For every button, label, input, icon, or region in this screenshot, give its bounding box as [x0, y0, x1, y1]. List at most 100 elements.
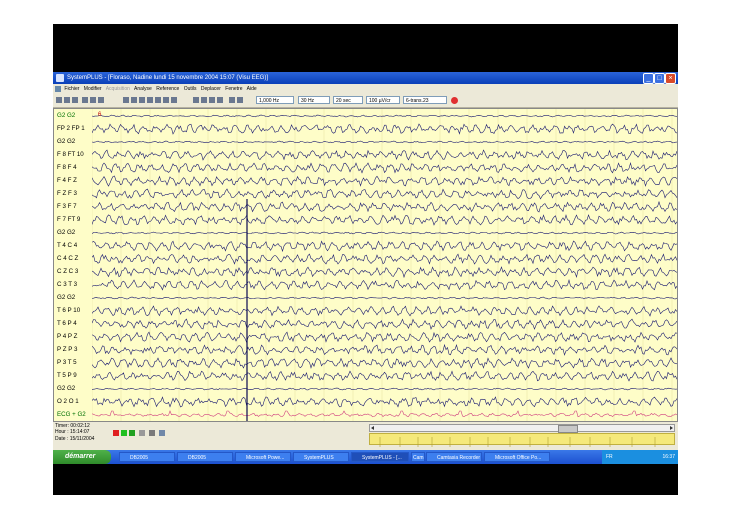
open-icon[interactable]: [56, 97, 62, 103]
top-black-band: [53, 24, 678, 72]
taskbar-item-db2005-2[interactable]: DB2005: [177, 452, 233, 462]
minimize-icon[interactable]: _: [643, 73, 654, 84]
red-flag-icon[interactable]: [113, 430, 119, 436]
channel-label: FP 2 FP 1: [57, 125, 85, 132]
print-icon[interactable]: [72, 97, 78, 103]
amplitude-select[interactable]: 100 µV/cr: [366, 96, 400, 104]
menu-item-modifier[interactable]: Modifier: [84, 86, 102, 92]
close-icon[interactable]: ×: [665, 73, 676, 84]
menu-item-deplacer[interactable]: Deplacer: [201, 86, 221, 92]
montage-select[interactable]: 6-trans.23: [403, 96, 447, 104]
zoom-icon[interactable]: [217, 97, 223, 103]
eeg-channel-trace: [92, 140, 677, 144]
channel-label: F Z F 3: [57, 190, 77, 197]
eeg-channel-trace: [92, 123, 677, 135]
taskbar-item-camtasia[interactable]: Camtasia Recorder: [426, 452, 482, 462]
timebase-select[interactable]: 20 sec: [333, 96, 363, 104]
hour-text: Hour : 15:14:07: [55, 429, 90, 436]
scroll-right-icon[interactable]: [670, 426, 673, 430]
menu-item-fichier[interactable]: Fichier: [64, 86, 79, 92]
sensitivity-select[interactable]: 1,000 Hz: [256, 96, 294, 104]
channel-label: F 8 FT 10: [57, 151, 84, 158]
taskbar-item-systemplus[interactable]: SystemPLUS: [293, 452, 349, 462]
taskbar-item-cam[interactable]: Cam: [411, 452, 425, 462]
channel-label: P Z P 3: [57, 346, 78, 353]
paste-icon[interactable]: [98, 97, 104, 103]
taskbar-item-powerpoint[interactable]: Microsoft Powe...: [235, 452, 291, 462]
start-button[interactable]: démarrer: [53, 450, 111, 464]
taskbar-item-systemplus-active[interactable]: SystemPLUS - [...: [351, 452, 409, 462]
edit-icon[interactable]: [209, 97, 215, 103]
channel-label: F 4 F Z: [57, 177, 77, 184]
channel-label: ECG + G2: [57, 411, 86, 418]
eeg-channel-trace: [92, 318, 677, 330]
eeg-channel-trace: [92, 387, 677, 391]
channel-label: G2 G2: [57, 385, 76, 392]
event-timeline[interactable]: [369, 433, 675, 447]
refresh-icon[interactable]: [237, 97, 243, 103]
eeg-channel-trace: [92, 114, 677, 118]
recording-info: Timer: 00:02:12 Hour : 15:14:07 Date : 1…: [55, 423, 94, 442]
menu-item-outils[interactable]: Outils: [184, 86, 197, 92]
taskbar-item-office[interactable]: Microsoft Office Po...: [484, 452, 550, 462]
window-title: SystemPLUS - [Floraso, Nadine lundi 15 n…: [67, 75, 268, 81]
menu-item-analyse[interactable]: Analyse: [134, 86, 152, 92]
title-bar[interactable]: SystemPLUS - [Floraso, Nadine lundi 15 n…: [53, 72, 678, 84]
fast-back-icon[interactable]: [131, 97, 137, 103]
channel-label: T 6 P 4: [57, 320, 77, 327]
toolbar: 1,000 Hz 30 Hz 20 sec 100 µV/cr 6-trans.…: [53, 94, 678, 108]
menu-item-aide[interactable]: Aide: [247, 86, 257, 92]
first-page-icon[interactable]: [123, 97, 129, 103]
back-icon[interactable]: [139, 97, 145, 103]
green-flag-icon[interactable]: [121, 430, 127, 436]
play-icon[interactable]: [147, 97, 153, 103]
channel-label: T 5 P 9: [57, 372, 77, 379]
channel-label: P 4 P Z: [57, 333, 78, 340]
menu-item-acquisition[interactable]: Acquisition: [106, 86, 130, 92]
bottom-black-band: [53, 464, 678, 495]
eeg-display[interactable]: G2 G2 FP 2 FP 1 G2 G2 F 8 FT 10 F 8 F 4 F 4 F…: [53, 108, 678, 422]
time-scrollbar[interactable]: [369, 424, 675, 433]
window-icon[interactable]: [229, 97, 235, 103]
last-page-icon[interactable]: [171, 97, 177, 103]
scroll-left-icon[interactable]: [371, 426, 374, 430]
copy-icon[interactable]: [90, 97, 96, 103]
save-icon[interactable]: [64, 97, 70, 103]
flag-blue-icon[interactable]: [159, 430, 165, 436]
tool-icon[interactable]: [149, 430, 155, 436]
menu-item-fenetre[interactable]: Fenetre: [225, 86, 242, 92]
channel-label: P 3 T 5: [57, 359, 77, 366]
eeg-channel-trace: [92, 200, 677, 213]
tray-clock: 16:37: [662, 454, 675, 460]
eeg-traces: 6: [92, 109, 677, 421]
menu-item-reference[interactable]: Reference: [156, 86, 179, 92]
montage-icon[interactable]: [201, 97, 207, 103]
tray-language[interactable]: FR: [606, 450, 613, 464]
eeg-channel-trace: [92, 357, 677, 369]
eeg-channel-trace: [92, 175, 677, 187]
channel-label: C 4 C Z: [57, 255, 79, 262]
eeg-channel-trace: [92, 370, 677, 382]
taskbar-item-db2005-1[interactable]: DB2005: [119, 452, 175, 462]
filter-select[interactable]: 30 Hz: [298, 96, 330, 104]
eeg-channel-trace: [92, 296, 677, 300]
channel-label: T 6 P 10: [57, 307, 81, 314]
channel-labels: G2 G2 FP 2 FP 1 G2 G2 F 8 FT 10 F 8 F 4 F 4 F…: [54, 109, 92, 421]
channel-label: C 3 T 3: [57, 281, 78, 288]
scrollbar-thumb[interactable]: [558, 425, 578, 433]
eeg-channel-trace: [92, 214, 677, 226]
date-text: Date : 15/11/2004: [55, 435, 95, 442]
maximize-icon[interactable]: □: [654, 73, 665, 84]
anchor-icon[interactable]: [139, 430, 145, 436]
status-area: Timer: 00:02:12 Hour : 15:14:07 Date : 1…: [53, 422, 678, 448]
channel-label: G2 G2: [57, 294, 76, 301]
channel-label: G2 G2: [57, 112, 76, 119]
cut-icon[interactable]: [82, 97, 88, 103]
forward-icon[interactable]: [155, 97, 161, 103]
settings-icon[interactable]: [193, 97, 199, 103]
stop-icon[interactable]: [451, 97, 458, 104]
fast-forward-icon[interactable]: [163, 97, 169, 103]
eeg-channel-trace: [92, 253, 677, 265]
eeg-channel-trace: [92, 331, 677, 343]
green-flag-2-icon[interactable]: [129, 430, 135, 436]
